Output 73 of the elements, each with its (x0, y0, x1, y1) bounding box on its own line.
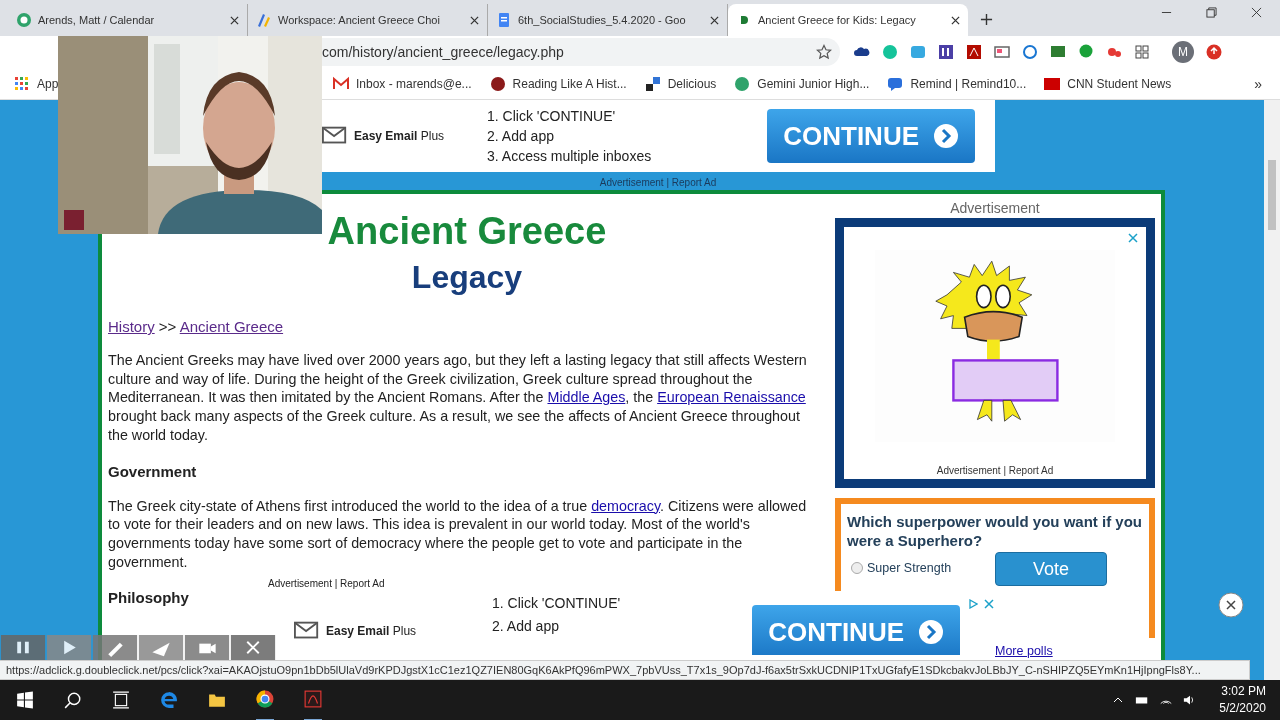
ad-step: 2. Add app (492, 618, 753, 634)
mail-icon (333, 75, 349, 92)
ad-brand: Easy Email Plus (354, 129, 445, 143)
close-icon[interactable] (1218, 592, 1244, 618)
camera-icon[interactable] (184, 635, 230, 660)
close-icon[interactable] (230, 15, 239, 25)
circle-icon (16, 12, 32, 28)
chevron-icon (918, 619, 944, 645)
close-icon[interactable] (470, 15, 479, 25)
chevron-icon (933, 123, 959, 149)
ad-step: 3. Access multiple inboxes (487, 148, 768, 164)
ad-note: Advertisement | Report Ad (936, 465, 1054, 476)
squares-icon (644, 75, 661, 92)
ad-step: 1. Click 'CONTINUE' (487, 108, 768, 124)
bookmark[interactable]: Inbox - marends@e... (333, 75, 472, 92)
bookmark[interactable]: Gemini Junior High... (734, 75, 870, 92)
update-icon[interactable] (1206, 44, 1222, 60)
bookmark[interactable]: Delicious (644, 75, 717, 92)
page-subtitle: Legacy (410, 259, 524, 296)
news-icon (1044, 75, 1061, 92)
breadcrumb: History >> Ancient Greece (108, 318, 285, 335)
section-heading: Government (108, 462, 197, 480)
mail-icon (294, 621, 320, 641)
pointer-icon[interactable] (138, 635, 184, 660)
star-icon[interactable] (816, 44, 832, 60)
page-title: Ancient Greece (326, 210, 608, 253)
clock[interactable]: 3:02 PM 5/2/2020 (1219, 683, 1266, 717)
close-icon[interactable] (1251, 6, 1262, 18)
bookmark[interactable]: App (14, 75, 59, 92)
apps-icon (14, 75, 30, 92)
breadcrumb-link[interactable]: Ancient Greece (179, 318, 284, 335)
close-icon[interactable] (951, 15, 960, 25)
circle-icon (489, 75, 506, 92)
ad-note: Advertisement | Report Ad (598, 176, 718, 190)
pen-icon[interactable] (92, 635, 138, 660)
new-tab-icon[interactable] (980, 13, 993, 26)
link[interactable]: European Renaissance (657, 389, 806, 406)
ad-note: Advertisement | Report Ad (268, 578, 386, 591)
section-heading: Philosophy (108, 589, 189, 607)
grid-icon[interactable] (1134, 44, 1150, 60)
scrollbar-thumb[interactable] (1268, 160, 1276, 230)
battery-icon[interactable] (1135, 694, 1150, 706)
document-icon (496, 12, 512, 28)
close-icon[interactable] (710, 15, 719, 25)
paragraph: The Ancient Greeks may have lived over 2000 years ago, but they left a lasting legacy that still affects Western culture and way of life. During the height of the Greek civilization, Greek culture spread throughout the Mediterranean. It was then imitated by the Ancient Romans. After the Middle Ages, the European Renaissance brought back many aspects of the Greek culture. As a result, we see the affects of Ancient Greece throughout the world today. (108, 351, 808, 445)
poll-question: Which superpower would you want if you were a Superhero? (847, 512, 1143, 550)
circle-icon (734, 75, 751, 92)
continue-button[interactable]: CONTINUE (752, 605, 960, 655)
screen-icon[interactable] (994, 44, 1010, 60)
paragraph: The Greek city-state of Athens first introduced the world to the idea of a true democracy. Citizens were allowed to vote for their leaders and on new laws. This idea is prevalent in our world today. Most of the world's governments today have some sort of democracy where the people get to vote and participate in the government. (108, 496, 808, 572)
play-icon[interactable] (46, 635, 92, 660)
bookmark[interactable]: Remind | Remind10... (887, 75, 1027, 92)
play-icon[interactable] (968, 599, 978, 609)
bookmark[interactable]: Reading Like A Hist... (489, 75, 627, 92)
ad-brand: Easy Email Plus (326, 624, 417, 638)
pause-icon[interactable] (0, 635, 46, 660)
ad-step: 2. Add app (487, 128, 768, 144)
status-url: https://adclick.g.doubleclick.net/pcs/click?xai=AKAOjstuO9pn1bDb5lUlaVd9rKPDJgstX1cC1ez1QZ7IEN80GqK6AkPfQ96mPWX_7pbVUss_T7x1s_9Op7dJ-f6ax5trSxkUCDNIP1TxUGfafyE1SDkcbakvJoLBbJY_C-nSHIPZQ5EYmKn1HjIpngFls8Y... (0, 660, 1250, 680)
radio-option[interactable]: Super Strength (851, 561, 952, 575)
stripes-icon (256, 12, 272, 28)
breadcrumb-link[interactable]: History (108, 318, 155, 335)
address-bar[interactable]: com/history/ancient_greece/legacy.php (320, 38, 840, 66)
bookmark[interactable]: CNN Student News (1044, 75, 1172, 92)
mail-icon (322, 126, 348, 146)
ad-banner[interactable]: Easy Email Plus 1. Click 'CONTINUE' 2. Add app 3. Access multiple inboxes CONTINUE (322, 100, 995, 172)
more-bookmarks[interactable]: » (1254, 75, 1262, 92)
browser-tab[interactable]: Ancient Greece for Kids: Legacy (728, 4, 968, 36)
continue-button[interactable]: CONTINUE (767, 109, 975, 163)
profile-avatar[interactable]: M (1172, 41, 1194, 63)
ad-label: Advertisement (949, 199, 1041, 218)
restore-icon[interactable] (1206, 6, 1217, 18)
more-polls-link[interactable]: More polls (995, 644, 1053, 658)
ad-step: 1. Click 'CONTINUE' (492, 595, 753, 611)
